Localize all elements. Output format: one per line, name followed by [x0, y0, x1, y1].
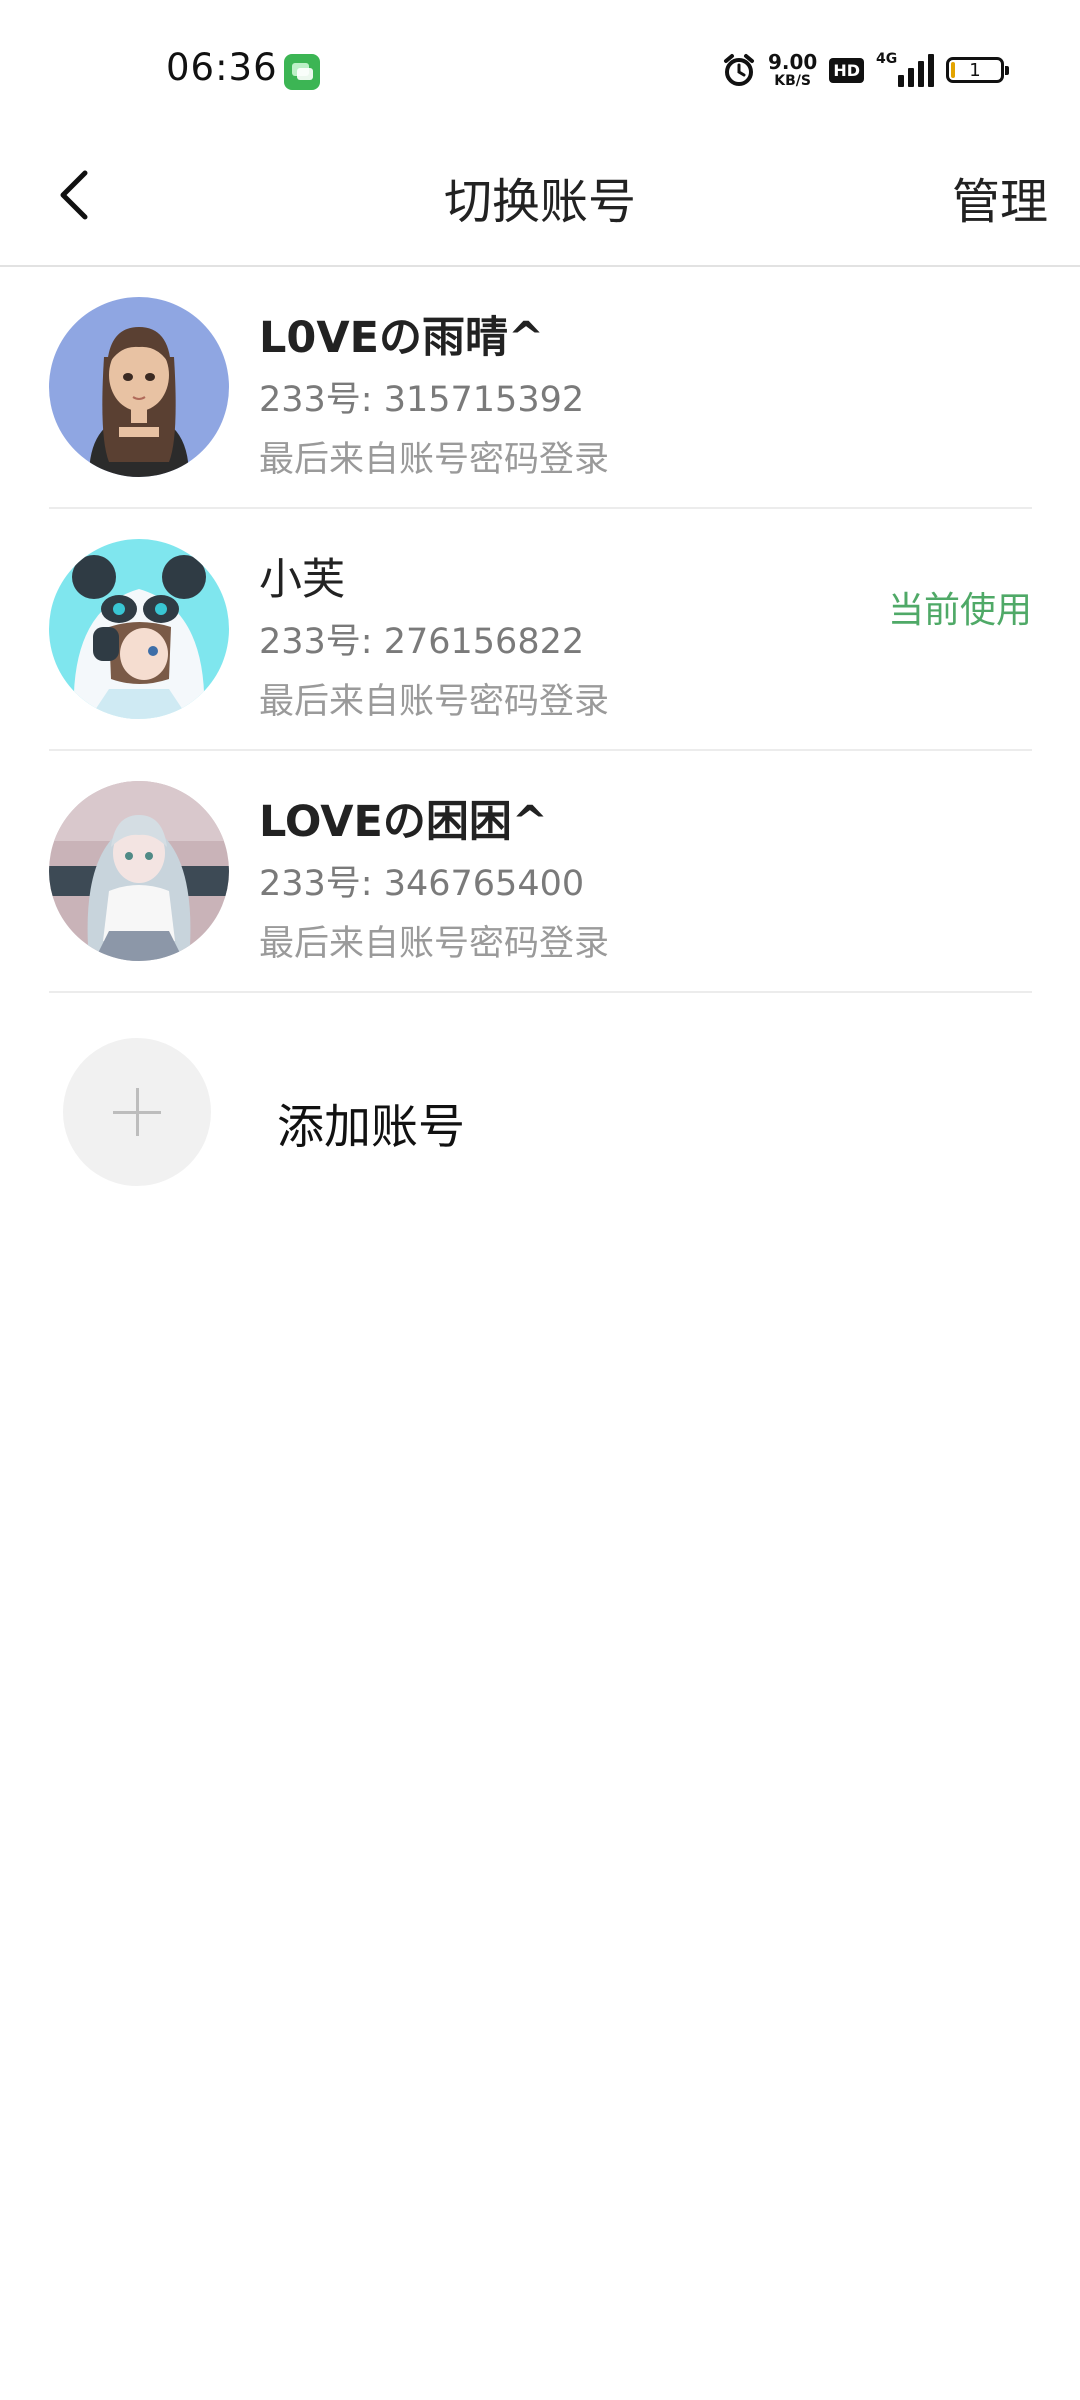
network-speed: 9.00 KB/S [768, 52, 817, 88]
add-account-label: 添加账号 [277, 1100, 465, 1155]
avatar [49, 297, 229, 477]
account-id: 233号: 276156822 [259, 622, 585, 662]
battery-icon: 1 [946, 57, 1009, 83]
account-name: LOVEの困困^ [259, 797, 548, 847]
status-bar: 06:36 9.00 KB/S HD 4G 1 [0, 0, 1080, 130]
app-header: 切换账号 管理 [0, 130, 1080, 267]
network-speed-unit: KB/S [774, 73, 811, 89]
avatar [49, 781, 229, 961]
add-account-button[interactable]: 添加账号 [49, 1030, 1032, 1210]
current-account-label: 当前使用 [887, 590, 1032, 631]
manage-button[interactable]: 管理 [952, 162, 1048, 232]
alarm-icon [723, 54, 754, 86]
account-item[interactable]: L0VEの雨晴^ 233号: 315715392 最后来自账号密码登录 [49, 267, 1032, 509]
account-name: L0VEの雨晴^ [259, 313, 545, 363]
avatar [49, 539, 229, 719]
hd-badge: HD [829, 57, 864, 83]
status-time: 06:36 [166, 46, 278, 89]
account-login-method: 最后来自账号密码登录 [259, 682, 610, 722]
account-login-method: 最后来自账号密码登录 [259, 924, 610, 964]
network-speed-value: 9.00 [767, 50, 818, 74]
account-list: L0VEの雨晴^ 233号: 315715392 最后来自账号密码登录 小芙 当… [0, 267, 1080, 993]
battery-level: 1 [969, 59, 981, 81]
account-name: 小芙 [259, 555, 345, 605]
account-item[interactable]: 小芙 当前使用 233号: 276156822 最后来自账号密码登录 [49, 509, 1032, 751]
page-title: 切换账号 [443, 174, 636, 230]
account-id: 233号: 346765400 [259, 864, 585, 904]
status-icons: 9.00 KB/S HD 4G 1 [722, 46, 1009, 94]
message-icon [284, 54, 320, 90]
account-login-method: 最后来自账号密码登录 [259, 440, 610, 480]
account-item[interactable]: LOVEの困困^ 233号: 346765400 最后来自账号密码登录 [49, 751, 1032, 993]
network-type: 4G [876, 51, 898, 67]
signal-icon: 4G [876, 51, 934, 87]
plus-icon [63, 1038, 211, 1186]
account-id: 233号: 315715392 [259, 380, 585, 420]
